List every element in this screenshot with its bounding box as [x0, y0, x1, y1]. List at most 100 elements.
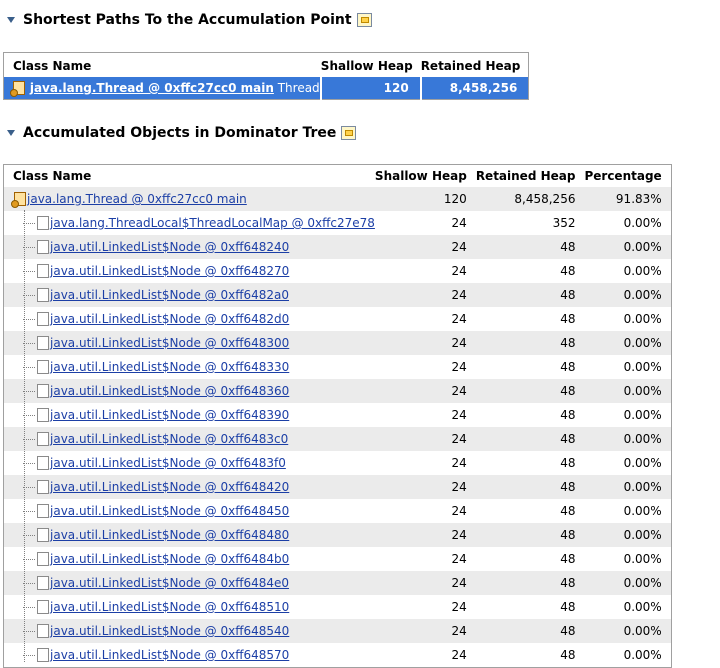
- table-row[interactable]: java.util.LinkedList$Node @ 0xff648300 24…: [3, 331, 672, 355]
- class-name-cell: java.util.LinkedList$Node @ 0xff648420: [3, 475, 375, 499]
- shallow-heap-cell: 24: [451, 504, 467, 518]
- object-suffix: Thread: [277, 81, 320, 95]
- table-row[interactable]: java.util.LinkedList$Node @ 0xff6484b0 24…: [4, 547, 672, 571]
- object-instance-icon: [37, 384, 49, 398]
- table-row[interactable]: java.util.LinkedList$Node @ 0xff648480 24…: [3, 523, 672, 547]
- collapse-triangle-icon[interactable]: [7, 17, 15, 23]
- copy-to-clipboard-icon[interactable]: [356, 13, 372, 27]
- object-link[interactable]: java.util.LinkedList$Node @ 0xff648330: [50, 360, 289, 374]
- table-row[interactable]: java.util.LinkedList$Node @ 0xff648420 24…: [3, 475, 672, 499]
- shallow-heap-cell: 24: [451, 408, 467, 422]
- object-link[interactable]: java.util.LinkedList$Node @ 0xff648360: [50, 384, 289, 398]
- section-title: Accumulated Objects in Dominator Tree: [23, 125, 337, 141]
- retained-heap-cell: 48: [475, 427, 585, 451]
- shallow-heap-cell: 24: [374, 283, 476, 307]
- class-name-cell: java.util.LinkedList$Node @ 0xff648330: [4, 355, 375, 379]
- table-row-selected[interactable]: java.lang.Thread @ 0xffc27cc0 main Threa…: [3, 77, 529, 100]
- retained-heap-cell: 48: [475, 475, 585, 499]
- object-link[interactable]: java.lang.ThreadLocal$ThreadLocalMap @ 0…: [50, 216, 375, 230]
- object-instance-icon: [37, 576, 49, 590]
- table-row[interactable]: java.util.LinkedList$Node @ 0xff6483f0 24…: [4, 451, 672, 475]
- object-link[interactable]: java.util.LinkedList$Node @ 0xff648270: [50, 264, 289, 278]
- percentage-cell: 0.00%: [623, 504, 662, 518]
- table-row[interactable]: java.util.LinkedList$Node @ 0xff648450 24…: [4, 499, 672, 523]
- object-instance-icon: [37, 528, 49, 542]
- percentage-cell: 0.00%: [584, 523, 672, 547]
- object-link[interactable]: java.util.LinkedList$Node @ 0xff648240: [50, 240, 289, 254]
- column-header-shallow-heap[interactable]: Shallow Heap: [375, 165, 476, 188]
- object-link[interactable]: java.util.LinkedList$Node @ 0xff6482a0: [50, 288, 289, 302]
- percentage-cell: 0.00%: [584, 571, 672, 595]
- object-link[interactable]: java.util.LinkedList$Node @ 0xff6484b0: [50, 552, 289, 566]
- shallow-heap-cell: 24: [374, 523, 476, 547]
- table-row[interactable]: java.util.LinkedList$Node @ 0xff648240 24…: [3, 235, 672, 259]
- percentage-cell: 0.00%: [584, 619, 672, 643]
- class-name-cell: java.util.LinkedList$Node @ 0xff6483c0: [3, 427, 375, 451]
- object-link[interactable]: java.util.LinkedList$Node @ 0xff648570: [50, 648, 289, 662]
- object-instance-icon: [37, 648, 49, 662]
- table-row[interactable]: java.lang.Thread @ 0xffc27cc0 main 120 8,4…: [3, 187, 672, 211]
- table-row[interactable]: java.util.LinkedList$Node @ 0xff6482d0 24…: [4, 307, 672, 331]
- column-header-class-name[interactable]: Class Name: [4, 165, 375, 188]
- table-row[interactable]: java.util.LinkedList$Node @ 0xff648360 24…: [3, 379, 672, 403]
- percentage-cell: 0.00%: [584, 379, 672, 403]
- class-name-cell: java.util.LinkedList$Node @ 0xff648540: [3, 619, 375, 643]
- table-row[interactable]: java.util.LinkedList$Node @ 0xff6484e0 24…: [3, 571, 672, 595]
- shallow-heap-cell: 24: [451, 312, 467, 326]
- table-row[interactable]: java.util.LinkedList$Node @ 0xff648330 24…: [4, 355, 672, 379]
- object-link[interactable]: java.util.LinkedList$Node @ 0xff6483f0: [50, 456, 286, 470]
- object-link[interactable]: java.lang.Thread @ 0xffc27cc0 main: [27, 192, 247, 206]
- collapse-triangle-icon[interactable]: [7, 130, 15, 136]
- copy-to-clipboard-icon[interactable]: [341, 126, 357, 140]
- object-link[interactable]: java.util.LinkedList$Node @ 0xff648450: [50, 504, 289, 518]
- table-row[interactable]: java.util.LinkedList$Node @ 0xff648540 24…: [3, 619, 672, 643]
- section-header-accumulated-objects: Accumulated Objects in Dominator Tree: [6, 123, 357, 143]
- column-header-percentage[interactable]: Percentage: [584, 165, 671, 188]
- shallow-heap-cell: 120: [374, 187, 476, 211]
- column-header-class-name[interactable]: Class Name: [4, 53, 321, 78]
- object-instance-icon: [37, 624, 49, 638]
- object-link[interactable]: java.util.LinkedList$Node @ 0xff648510: [50, 600, 289, 614]
- table-row[interactable]: java.util.LinkedList$Node @ 0xff6483c0 24…: [3, 427, 672, 451]
- retained-heap-cell: 48: [560, 264, 576, 278]
- object-link[interactable]: java.util.LinkedList$Node @ 0xff648420: [50, 480, 289, 494]
- column-header-retained-heap[interactable]: Retained Heap: [421, 53, 529, 78]
- retained-heap-cell: 48: [560, 312, 576, 326]
- percentage-cell: 0.00%: [584, 331, 672, 355]
- table-row[interactable]: java.util.LinkedList$Node @ 0xff648510 24…: [4, 595, 672, 619]
- column-header-retained-heap[interactable]: Retained Heap: [476, 165, 585, 188]
- retained-heap-cell: 48: [560, 360, 576, 374]
- dominator-tree-table: Class Name Shallow Heap Retained Heap Pe…: [3, 164, 672, 668]
- class-name-cell: java.util.LinkedList$Node @ 0xff6484e0: [3, 571, 375, 595]
- class-name-cell: java.lang.Thread @ 0xffc27cc0 main: [3, 187, 375, 211]
- object-link[interactable]: java.util.LinkedList$Node @ 0xff6483c0: [50, 432, 288, 446]
- retained-heap-cell: 48: [475, 379, 585, 403]
- object-link[interactable]: java.util.LinkedList$Node @ 0xff648390: [50, 408, 289, 422]
- object-instance-icon: [37, 288, 49, 302]
- table-row[interactable]: java.util.LinkedList$Node @ 0xff648390 24…: [4, 403, 672, 427]
- percentage-cell: 0.00%: [623, 456, 662, 470]
- table-row[interactable]: java.util.LinkedList$Node @ 0xff648270 24…: [4, 259, 672, 283]
- object-link[interactable]: java.util.LinkedList$Node @ 0xff648480: [50, 528, 289, 542]
- table-row[interactable]: java.lang.ThreadLocal$ThreadLocalMap @ 0…: [4, 211, 672, 235]
- object-instance-icon: [37, 480, 49, 494]
- object-link[interactable]: java.util.LinkedList$Node @ 0xff648300: [50, 336, 289, 350]
- table-row[interactable]: java.util.LinkedList$Node @ 0xff648570 24…: [4, 643, 672, 668]
- table-row[interactable]: java.util.LinkedList$Node @ 0xff6482a0 24…: [3, 283, 672, 307]
- shallow-heap-cell: 24: [451, 456, 467, 470]
- object-link[interactable]: java.util.LinkedList$Node @ 0xff648540: [50, 624, 289, 638]
- object-instance-icon: [37, 432, 49, 446]
- class-name-cell: java.util.LinkedList$Node @ 0xff648480: [3, 523, 375, 547]
- class-name-cell: java.lang.ThreadLocal$ThreadLocalMap @ 0…: [4, 211, 375, 235]
- object-link[interactable]: java.util.LinkedList$Node @ 0xff6482d0: [50, 312, 289, 326]
- retained-heap-cell: 48: [560, 504, 576, 518]
- object-link[interactable]: java.lang.Thread @ 0xffc27cc0 main: [30, 81, 274, 95]
- percentage-cell: 0.00%: [623, 264, 662, 278]
- column-header-shallow-heap[interactable]: Shallow Heap: [321, 53, 421, 78]
- retained-heap-cell: 48: [560, 408, 576, 422]
- shallow-heap-cell: 24: [451, 264, 467, 278]
- shallow-heap-cell: 24: [451, 360, 467, 374]
- object-instance-icon: [37, 312, 49, 326]
- object-link[interactable]: java.util.LinkedList$Node @ 0xff6484e0: [50, 576, 289, 590]
- retained-heap-cell: 48: [560, 600, 576, 614]
